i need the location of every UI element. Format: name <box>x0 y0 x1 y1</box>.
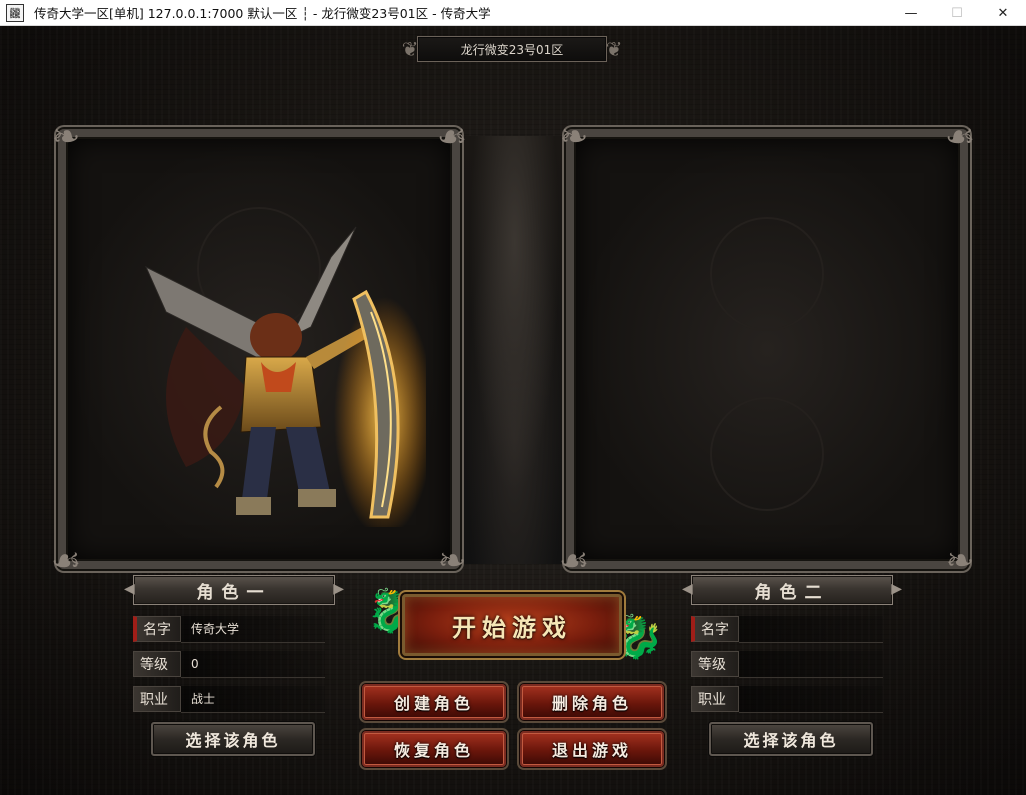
ornament-left-icon: ❦ <box>401 37 419 61</box>
role-2-name-value <box>739 615 883 643</box>
server-name: 龙行微变23号01区 <box>417 36 607 62</box>
maximize-button[interactable]: ☐ <box>934 0 980 26</box>
center-pillar-decoration <box>455 136 574 564</box>
minimize-button[interactable]: — <box>888 0 934 26</box>
frame-corner-icon: ☙ <box>50 541 82 581</box>
role-1-name-value: 传奇大学 <box>181 615 325 643</box>
warrior-character-icon <box>144 226 426 527</box>
arrow-left-icon: ◀ <box>124 581 135 597</box>
character-select-screen: ❦ 龙行微变23号01区 ❦ ❧ ☙ ☙ ❧ ❧ ☙ ☙ ❧ ◀ 角色一 ▶ 名… <box>0 26 1026 795</box>
window-title: 传奇大学一区[单机] 127.0.0.1:7000 默认一区 ┆ - 龙行微变2… <box>34 6 491 21</box>
role-1-job-row: 职业 战士 <box>133 685 325 713</box>
role-1-title: 角色一 <box>133 575 335 605</box>
role-1-header: ◀ 角色一 ▶ <box>122 572 346 608</box>
level-label: 等级 <box>133 651 181 677</box>
start-game-button[interactable]: 开始游戏 <box>402 594 622 656</box>
start-game-panel: 🐉 🐉 开始游戏 <box>366 566 664 686</box>
frame-corner-icon: ❧ <box>559 117 589 157</box>
frame-corner-icon: ❧ <box>945 541 975 581</box>
name-label: 名字 <box>133 616 181 642</box>
app-icon: 龖 <box>6 3 24 22</box>
role-2-level-value <box>739 650 883 678</box>
server-name-plate: ❦ 龙行微变23号01区 ❦ <box>390 32 634 66</box>
exit-game-button[interactable]: 退出游戏 <box>520 731 664 767</box>
select-role-2-button[interactable]: 选择该角色 <box>709 722 873 756</box>
ornament-right-icon: ❦ <box>605 37 623 61</box>
job-label: 职业 <box>691 686 739 712</box>
role-2-level-row: 等级 <box>691 650 883 678</box>
window-titlebar[interactable]: 龖 传奇大学一区[单机] 127.0.0.1:7000 默认一区 ┆ - 龙行微… <box>0 0 1026 26</box>
arrow-right-icon: ▶ <box>891 581 902 597</box>
level-label: 等级 <box>691 651 739 677</box>
role-2-job-row: 职业 <box>691 685 883 713</box>
role-1-job-value: 战士 <box>181 685 325 713</box>
frame-corner-icon: ☙ <box>944 117 976 157</box>
frame-corner-icon: ❧ <box>51 117 81 157</box>
delete-role-button[interactable]: 删除角色 <box>520 684 664 720</box>
role-1-level-value: 0 <box>181 650 325 678</box>
arrow-right-icon: ▶ <box>333 581 344 597</box>
select-role-1-button[interactable]: 选择该角色 <box>151 722 315 756</box>
name-label: 名字 <box>691 616 739 642</box>
job-label: 职业 <box>133 686 181 712</box>
frame-corner-icon: ☙ <box>436 117 468 157</box>
role-2-name-row: 名字 <box>691 615 883 643</box>
character-slot-2[interactable]: ❧ ☙ ☙ ❧ <box>559 117 975 581</box>
role-1-level-row: 等级 0 <box>133 650 325 678</box>
role-2-job-value <box>739 685 883 713</box>
role-2-title: 角色二 <box>691 575 893 605</box>
background-carving <box>710 397 824 511</box>
character-slot-1[interactable]: ❧ ☙ ☙ ❧ <box>51 117 467 581</box>
window-controls: — ☐ ✕ <box>888 0 1026 26</box>
create-role-button[interactable]: 创建角色 <box>362 684 506 720</box>
close-button[interactable]: ✕ <box>980 0 1026 26</box>
background-carving <box>710 217 824 331</box>
role-1-name-row: 名字 传奇大学 <box>133 615 325 643</box>
arrow-left-icon: ◀ <box>682 581 693 597</box>
role-2-header: ◀ 角色二 ▶ <box>680 572 904 608</box>
restore-role-button[interactable]: 恢复角色 <box>362 731 506 767</box>
